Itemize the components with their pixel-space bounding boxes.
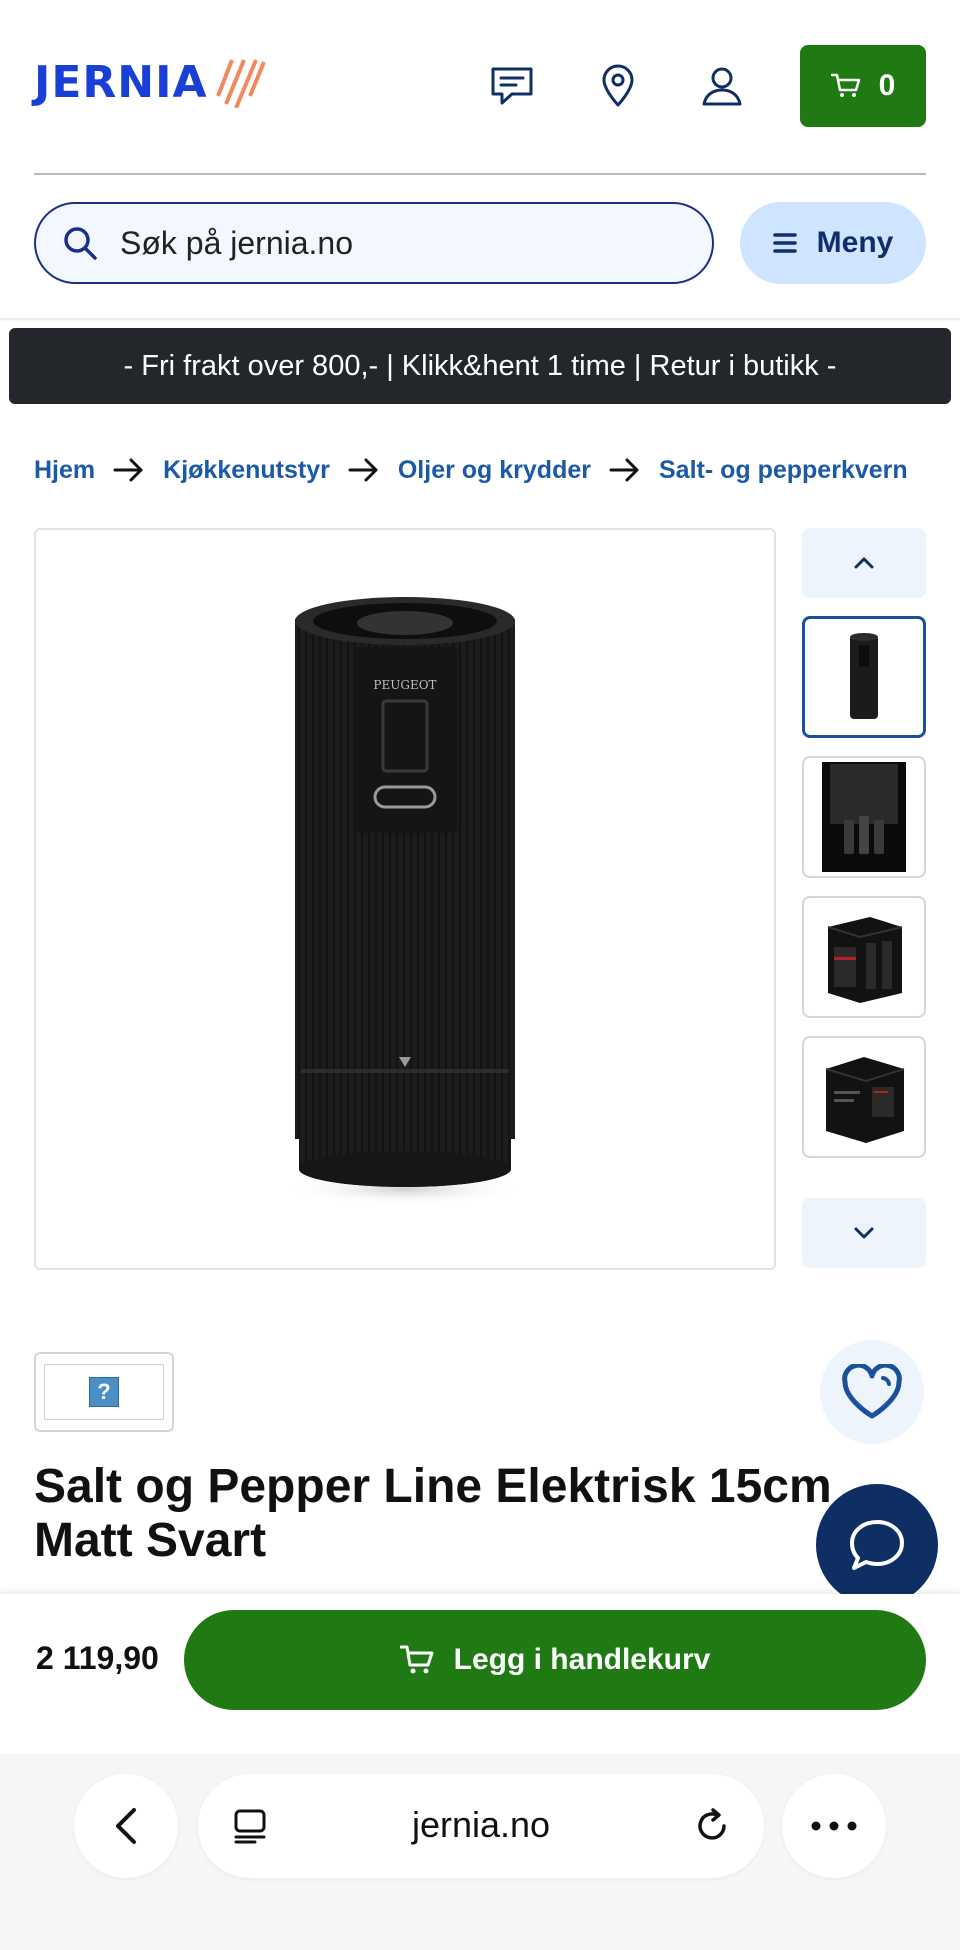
- promo-banner: - Fri frakt over 800,- | Klikk&hent 1 ti…: [9, 328, 951, 404]
- location-pin-icon[interactable]: [594, 62, 642, 110]
- svg-text:PEUGEOT: PEUGEOT: [373, 678, 436, 692]
- browser-back-button[interactable]: [74, 1774, 178, 1878]
- thumbnail-1[interactable]: [802, 616, 926, 738]
- menu-button[interactable]: Meny: [740, 202, 926, 284]
- more-dots-icon: [811, 1821, 857, 1831]
- header-divider: [34, 173, 926, 175]
- header-shadow: [0, 318, 960, 322]
- browser-address-bar[interactable]: jernia.no: [198, 1774, 764, 1878]
- logo-slashes-icon: [215, 59, 266, 108]
- cart-icon: [830, 73, 860, 97]
- browser-url: jernia.no: [411, 1804, 551, 1845]
- add-to-cart-label: Legg i handlekurv: [453, 1643, 711, 1676]
- brand-logo-frame: ?: [44, 1364, 164, 1420]
- thumbnails-down-button[interactable]: [802, 1198, 926, 1268]
- search-placeholder: Søk på jernia.no: [120, 224, 354, 261]
- browser-more-button[interactable]: [782, 1774, 886, 1878]
- add-to-cart-button[interactable]: Legg i handlekurv: [184, 1610, 926, 1710]
- product-main-image[interactable]: PEUGEOT: [34, 528, 776, 1270]
- chevron-left-icon: [116, 1808, 136, 1844]
- missing-image-icon: ?: [89, 1377, 119, 1407]
- breadcrumb-item-oils-spices[interactable]: Oljer og krydder: [398, 456, 591, 485]
- arrow-right-icon: [113, 456, 145, 484]
- sticky-buy-bar: 2 119,90 Legg i handlekurv: [0, 1594, 960, 1754]
- chat-support-button[interactable]: [816, 1484, 938, 1606]
- thumbnail-3[interactable]: [802, 896, 926, 1018]
- gift-box-open-thumbnail: [827, 917, 903, 1003]
- cart-icon: [399, 1645, 434, 1674]
- chevron-down-icon: [854, 1227, 874, 1239]
- promo-banner-text: - Fri frakt over 800,- | Klikk&hent 1 ti…: [123, 349, 837, 382]
- thumbnails-up-button[interactable]: [802, 528, 926, 598]
- breadcrumb: Hjem Kjøkkenutstyr Oljer og krydder Salt…: [34, 448, 926, 492]
- cart-button[interactable]: 0: [800, 45, 926, 127]
- search-icon: [64, 227, 97, 260]
- product-price: 2 119,90: [36, 1640, 159, 1676]
- chevron-up-icon: [854, 557, 874, 569]
- user-account-icon[interactable]: [698, 62, 746, 110]
- favorite-button[interactable]: [820, 1340, 924, 1444]
- logo-text: JERNIA: [34, 56, 208, 108]
- hamburger-icon: [772, 233, 797, 253]
- breadcrumb-item-kitchen[interactable]: Kjøkkenutstyr: [163, 456, 330, 485]
- arrow-right-icon: [609, 456, 641, 484]
- mills-dark-scene-thumbnail: [822, 762, 906, 872]
- brand-logo-badge[interactable]: ?: [34, 1352, 174, 1432]
- jernia-logo[interactable]: JERNIA: [34, 56, 266, 108]
- thumbnail-4[interactable]: [802, 1036, 926, 1158]
- menu-label: Meny: [816, 226, 894, 259]
- speech-bubble-icon: [850, 1520, 904, 1570]
- arrow-right-icon: [348, 456, 380, 484]
- gift-box-back-thumbnail: [825, 1057, 905, 1143]
- site-header: JERNIA 0: [0, 0, 960, 175]
- chat-message-icon[interactable]: [488, 62, 536, 110]
- mill-front-thumbnail: [850, 633, 878, 719]
- thumbnail-2[interactable]: [802, 756, 926, 878]
- browser-toolbar: jernia.no: [0, 1754, 960, 1950]
- cart-count: 0: [878, 69, 896, 102]
- reload-icon[interactable]: [688, 1802, 736, 1850]
- product-title: Salt og Pepper Line Elektrisk 15cm Matt …: [34, 1460, 832, 1567]
- heart-icon: [842, 1364, 902, 1419]
- pepper-mill-illustration: PEUGEOT: [285, 597, 525, 1205]
- breadcrumb-item-home[interactable]: Hjem: [34, 456, 95, 485]
- breadcrumb-item-mills[interactable]: Salt- og pepperkvern: [659, 456, 908, 485]
- search-input[interactable]: Søk på jernia.no: [34, 202, 714, 284]
